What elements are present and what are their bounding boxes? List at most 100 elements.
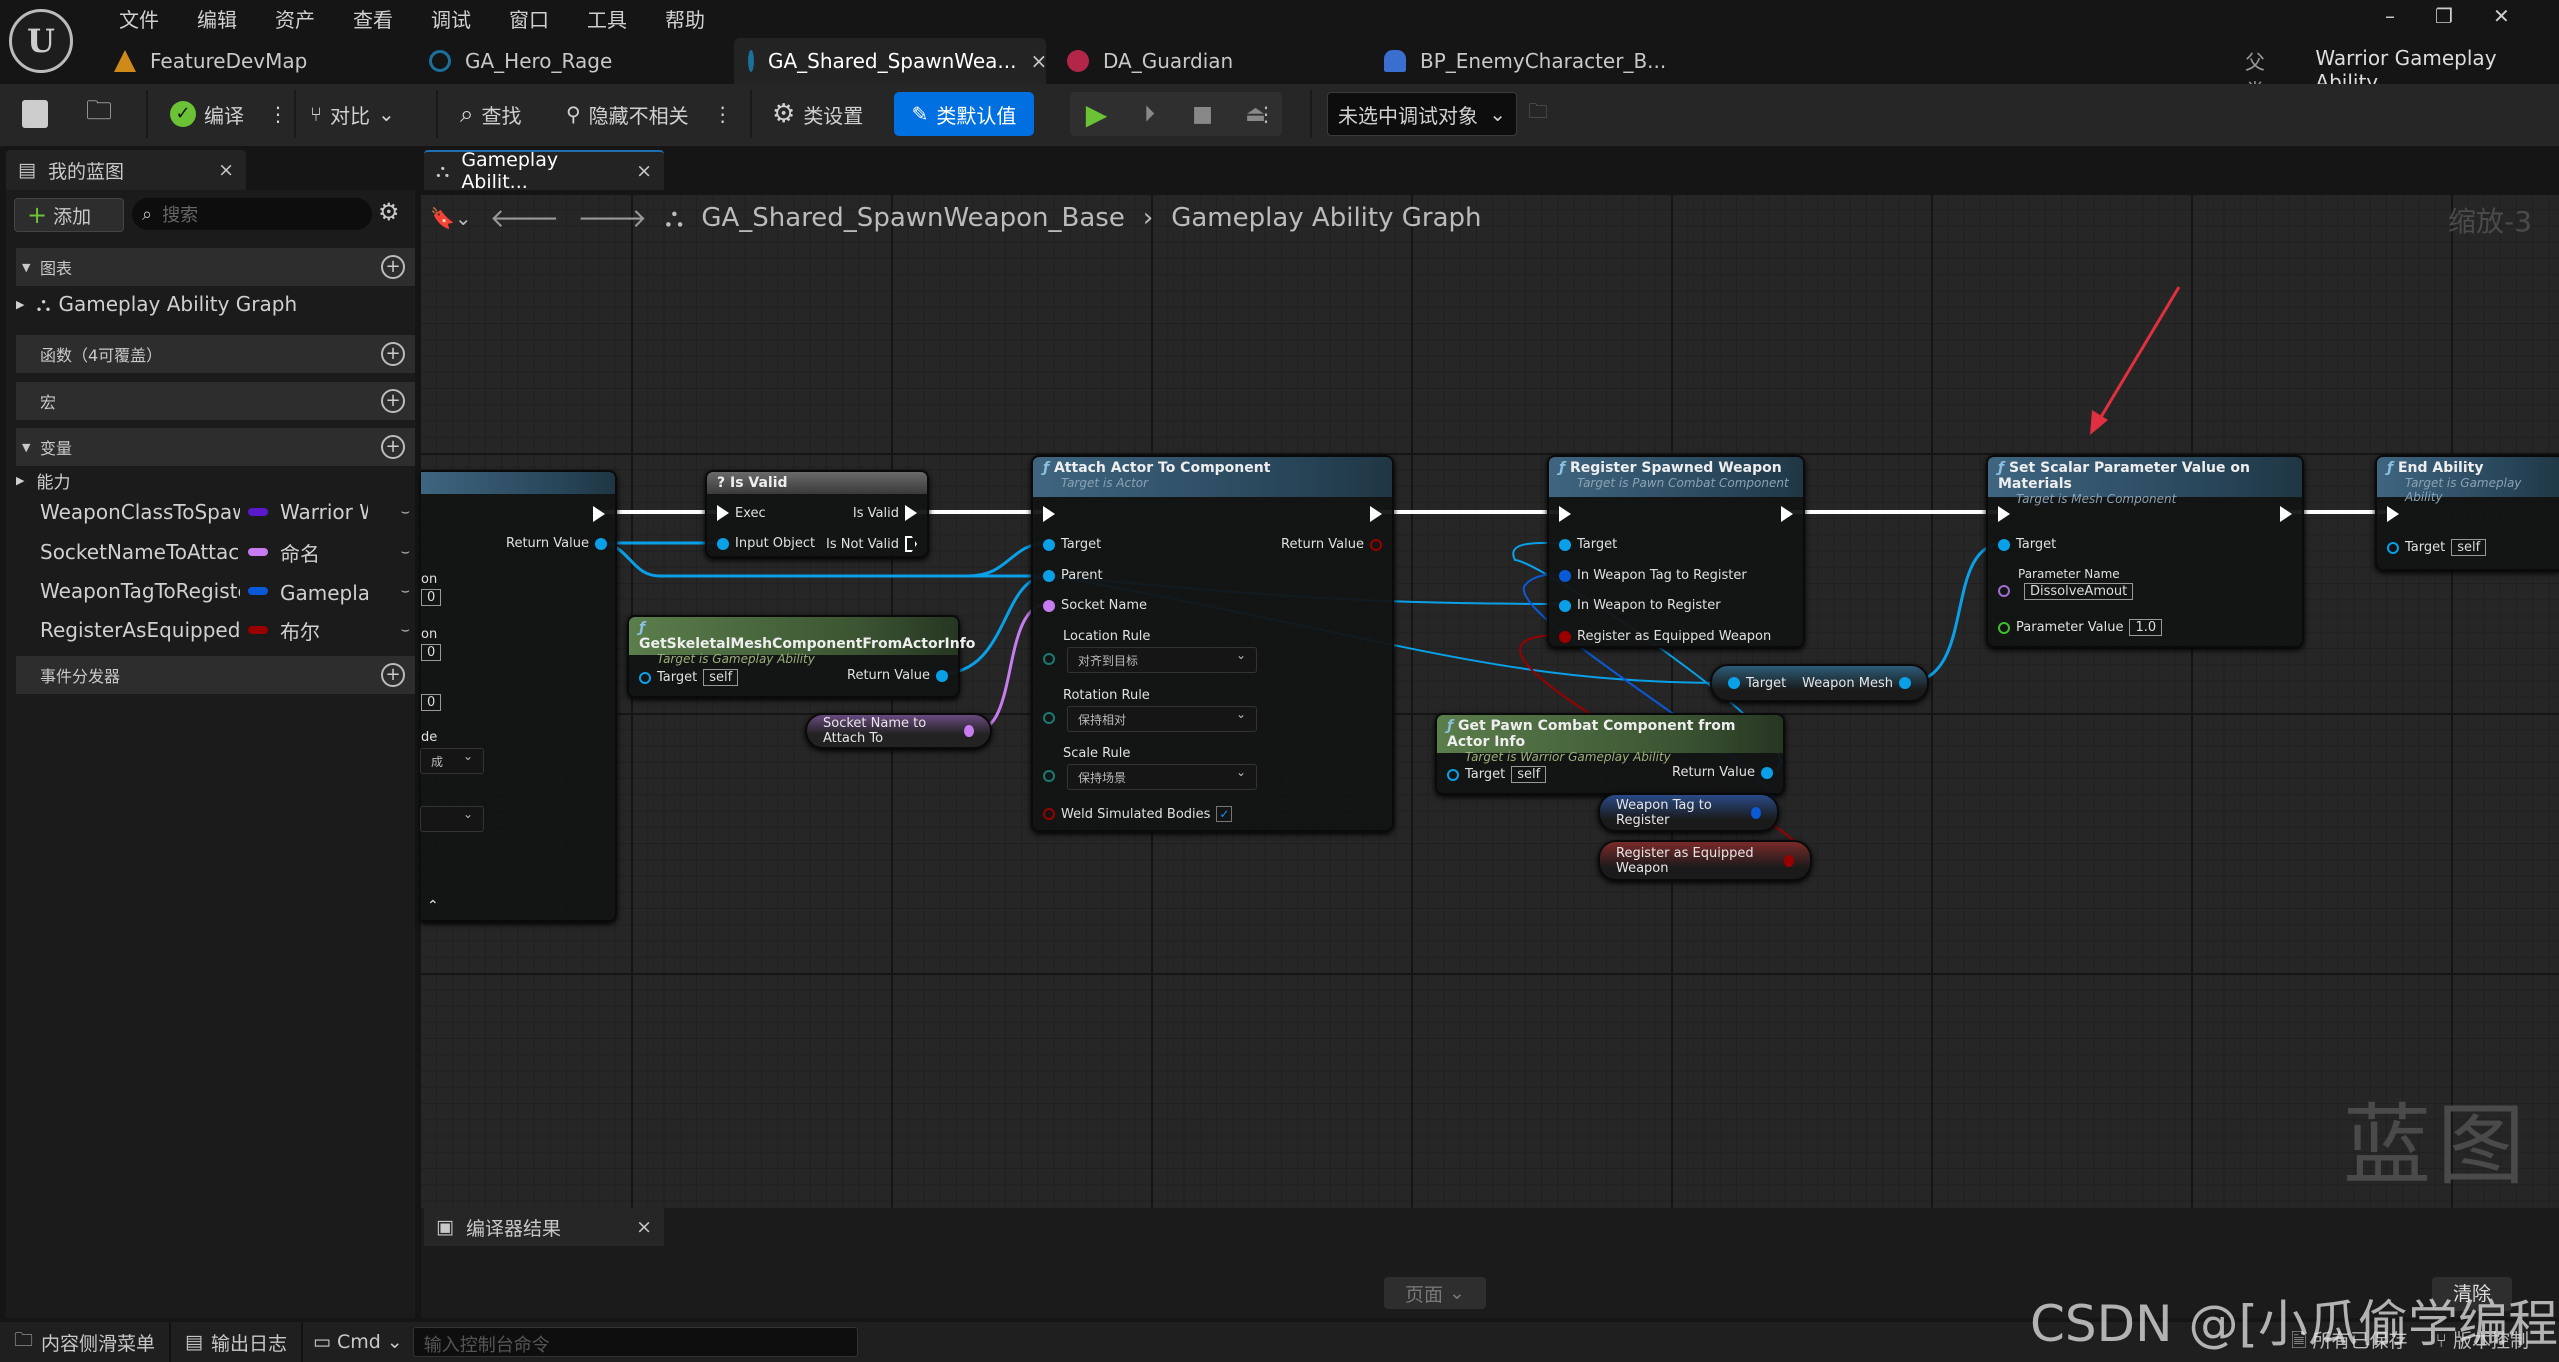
cmd-dropdown[interactable]: ▭ Cmd ⌄ (303, 1322, 413, 1362)
node-register-spawned-weapon[interactable]: ƒ Register Spawned Weapon Target is Pawn … (1547, 455, 1805, 648)
variable-item[interactable]: WeaponClassToSpawn Warrior Wea ⌣ (40, 496, 410, 528)
graph-item-gameplay-ability-graph[interactable]: ▶ ⛬ Gameplay Ability Graph (16, 288, 386, 320)
self-value[interactable]: self (2451, 539, 2487, 556)
return-value-pin[interactable]: Return Value (506, 536, 607, 551)
minimize-button[interactable]: – (2385, 4, 2395, 28)
section-variables[interactable]: ▼ 变量 + (16, 428, 415, 466)
return-value-pin[interactable]: Return Value (1281, 537, 1382, 552)
input-object-pin[interactable]: Input Object (717, 536, 815, 551)
scale-rule-dropdown[interactable]: 保持场景 (1067, 764, 1257, 790)
forward-arrow-icon[interactable]: 🡒 (577, 203, 647, 234)
console-input[interactable]: 输入控制台命令 (412, 1327, 858, 1357)
tab-my-blueprint[interactable]: ▤ 我的蓝图 × (6, 150, 246, 190)
close-tab-icon[interactable]: × (1031, 49, 1048, 73)
register-equipped-pin[interactable]: Register as Equipped Weapon (1559, 629, 1771, 644)
self-value[interactable]: self (703, 669, 739, 686)
parameter-name-pin[interactable] (1998, 585, 2010, 597)
menu-help[interactable]: 帮助 (646, 4, 724, 33)
bookmark-icon[interactable]: 🔖⌄ (430, 206, 472, 230)
variable-category[interactable]: ▶ 能力 (16, 464, 386, 496)
play-button[interactable]: ▶ (1070, 98, 1123, 131)
target-pin[interactable]: Target (1043, 537, 1101, 552)
add-button[interactable]: + 添加 (14, 198, 124, 232)
partial-pin[interactable]: on 0 (421, 572, 442, 606)
menu-file[interactable]: 文件 (100, 4, 178, 33)
target-pin[interactable]: Target (1998, 537, 2056, 552)
output-log-button[interactable]: ▤ 输出日志 (171, 1322, 303, 1362)
tab-ga-hero-rage[interactable]: GA_Hero_Rage (415, 38, 725, 84)
tab-compiler-results[interactable]: ▣ 编译器结果 × (424, 1208, 664, 1246)
node-get-weapon-mesh[interactable]: Target Weapon Mesh (1710, 664, 1929, 702)
diff-button[interactable]: ⑂ 对比 ⌄ (310, 92, 395, 136)
exec-in-pin[interactable] (2387, 506, 2399, 522)
value-box[interactable]: 0 (421, 644, 442, 661)
weld-checkbox[interactable]: ✓ (1216, 806, 1233, 822)
return-value-pin[interactable]: Return Value (847, 668, 948, 683)
location-rule-dropdown[interactable]: 对齐到目标 (1067, 647, 1257, 673)
parameter-name-field[interactable]: DissolveAmout (2024, 583, 2134, 600)
rotation-rule-pin[interactable] (1043, 712, 1055, 724)
parameter-value-pin[interactable]: Parameter Value 1.0 (1998, 619, 2163, 636)
unreal-logo[interactable]: U (9, 9, 73, 73)
add-function-icon[interactable]: + (381, 342, 405, 366)
menu-window[interactable]: 窗口 (490, 4, 568, 33)
add-macro-icon[interactable]: + (381, 389, 405, 413)
section-macros[interactable]: 宏 + (16, 382, 415, 420)
add-dispatcher-icon[interactable]: + (381, 663, 405, 687)
compile-options-icon[interactable]: ⋮ (268, 102, 288, 126)
target-pin[interactable] (1728, 677, 1740, 689)
node-end-ability[interactable]: ƒ End Ability Target is Gameplay Ability … (2375, 455, 2559, 571)
tab-gameplay-ability-graph[interactable]: ⛬ Gameplay Abilit... × (424, 149, 664, 193)
stop-button[interactable]: ■ (1176, 102, 1229, 127)
class-defaults-button[interactable]: ✎ 类默认值 (894, 92, 1034, 136)
node-attach-actor-to-component[interactable]: ƒ Attach Actor To Component Target is Act… (1031, 455, 1394, 832)
section-functions[interactable]: 函数（4可覆盖） + (16, 335, 415, 373)
target-pin[interactable]: Target self (2387, 539, 2487, 556)
variable-item[interactable]: RegisterAsEquippedWe 布尔 ⌣ (40, 614, 410, 646)
more-options-icon[interactable]: ⋮ (713, 102, 733, 126)
exec-out-pin[interactable] (2280, 506, 2292, 522)
content-drawer-button[interactable]: 🗀 内容侧滑菜单 (0, 1322, 172, 1362)
target-pin[interactable]: Target (1559, 537, 1617, 552)
gear-icon[interactable]: ⚙ (378, 198, 400, 226)
exec-in-pin[interactable] (1559, 506, 1571, 522)
exec-out-pin[interactable] (1781, 506, 1793, 522)
menu-view[interactable]: 查看 (334, 4, 412, 33)
target-pin[interactable]: Target self (1447, 766, 1547, 783)
tab-featuredevmap[interactable]: FeatureDevMap (100, 38, 410, 84)
exec-in-pin[interactable]: Exec (717, 505, 766, 521)
exec-in-pin[interactable] (1043, 506, 1055, 522)
tag-pin[interactable] (1751, 806, 1761, 819)
value-box[interactable]: 0 (421, 589, 442, 606)
socket-name-pin[interactable]: Socket Name (1043, 598, 1147, 613)
debug-object-dropdown[interactable]: 未选中调试对象 ⌄ (1327, 92, 1517, 136)
step-button[interactable]: ⏵ (1123, 102, 1176, 127)
return-value-pin[interactable]: Return Value (1672, 765, 1773, 780)
back-arrow-icon[interactable]: 🡐 (490, 203, 560, 234)
scale-rule-pin[interactable] (1043, 770, 1055, 782)
node-get-pawn-combat-component[interactable]: ƒ Get Pawn Combat Component from Actor I… (1435, 713, 1785, 795)
partial-dropdown[interactable] (420, 806, 484, 832)
is-valid-pin[interactable]: Is Valid (853, 505, 917, 521)
close-tab-icon[interactable]: × (636, 1216, 652, 1238)
eye-closed-icon[interactable]: ⌣ (401, 583, 410, 599)
class-settings-button[interactable]: ⚙ 类设置 (772, 92, 863, 136)
variable-item[interactable]: WeaponTagToRegister Gameplay标 ⌣ (40, 575, 410, 607)
weapon-mesh-pin[interactable] (1899, 677, 1911, 689)
exec-in-pin[interactable] (1998, 506, 2010, 522)
browse-debug-icon[interactable]: 🗀 (1528, 92, 1548, 136)
hide-unrelated-button[interactable]: ⚲ 隐藏不相关 ⋮ (566, 92, 733, 136)
node-register-equipped-variable[interactable]: Register as Equipped Weapon (1598, 840, 1812, 881)
name-pin[interactable] (964, 725, 974, 737)
compile-button[interactable]: ✓ 编译 ⋮ (170, 92, 288, 136)
section-event-dispatchers[interactable]: 事件分发器 + (16, 656, 415, 694)
partial-pin[interactable]: on 0 (421, 627, 442, 661)
is-not-valid-pin[interactable]: Is Not Valid (826, 536, 917, 552)
close-tab-icon[interactable]: × (218, 159, 234, 181)
menu-edit[interactable]: 编辑 (178, 4, 256, 33)
partial-dropdown[interactable]: 成 (420, 748, 484, 774)
add-graph-icon[interactable]: + (381, 255, 405, 279)
close-window-button[interactable]: ✕ (2493, 4, 2510, 28)
save-button[interactable] (22, 92, 48, 136)
parent-pin[interactable]: Parent (1043, 568, 1103, 583)
